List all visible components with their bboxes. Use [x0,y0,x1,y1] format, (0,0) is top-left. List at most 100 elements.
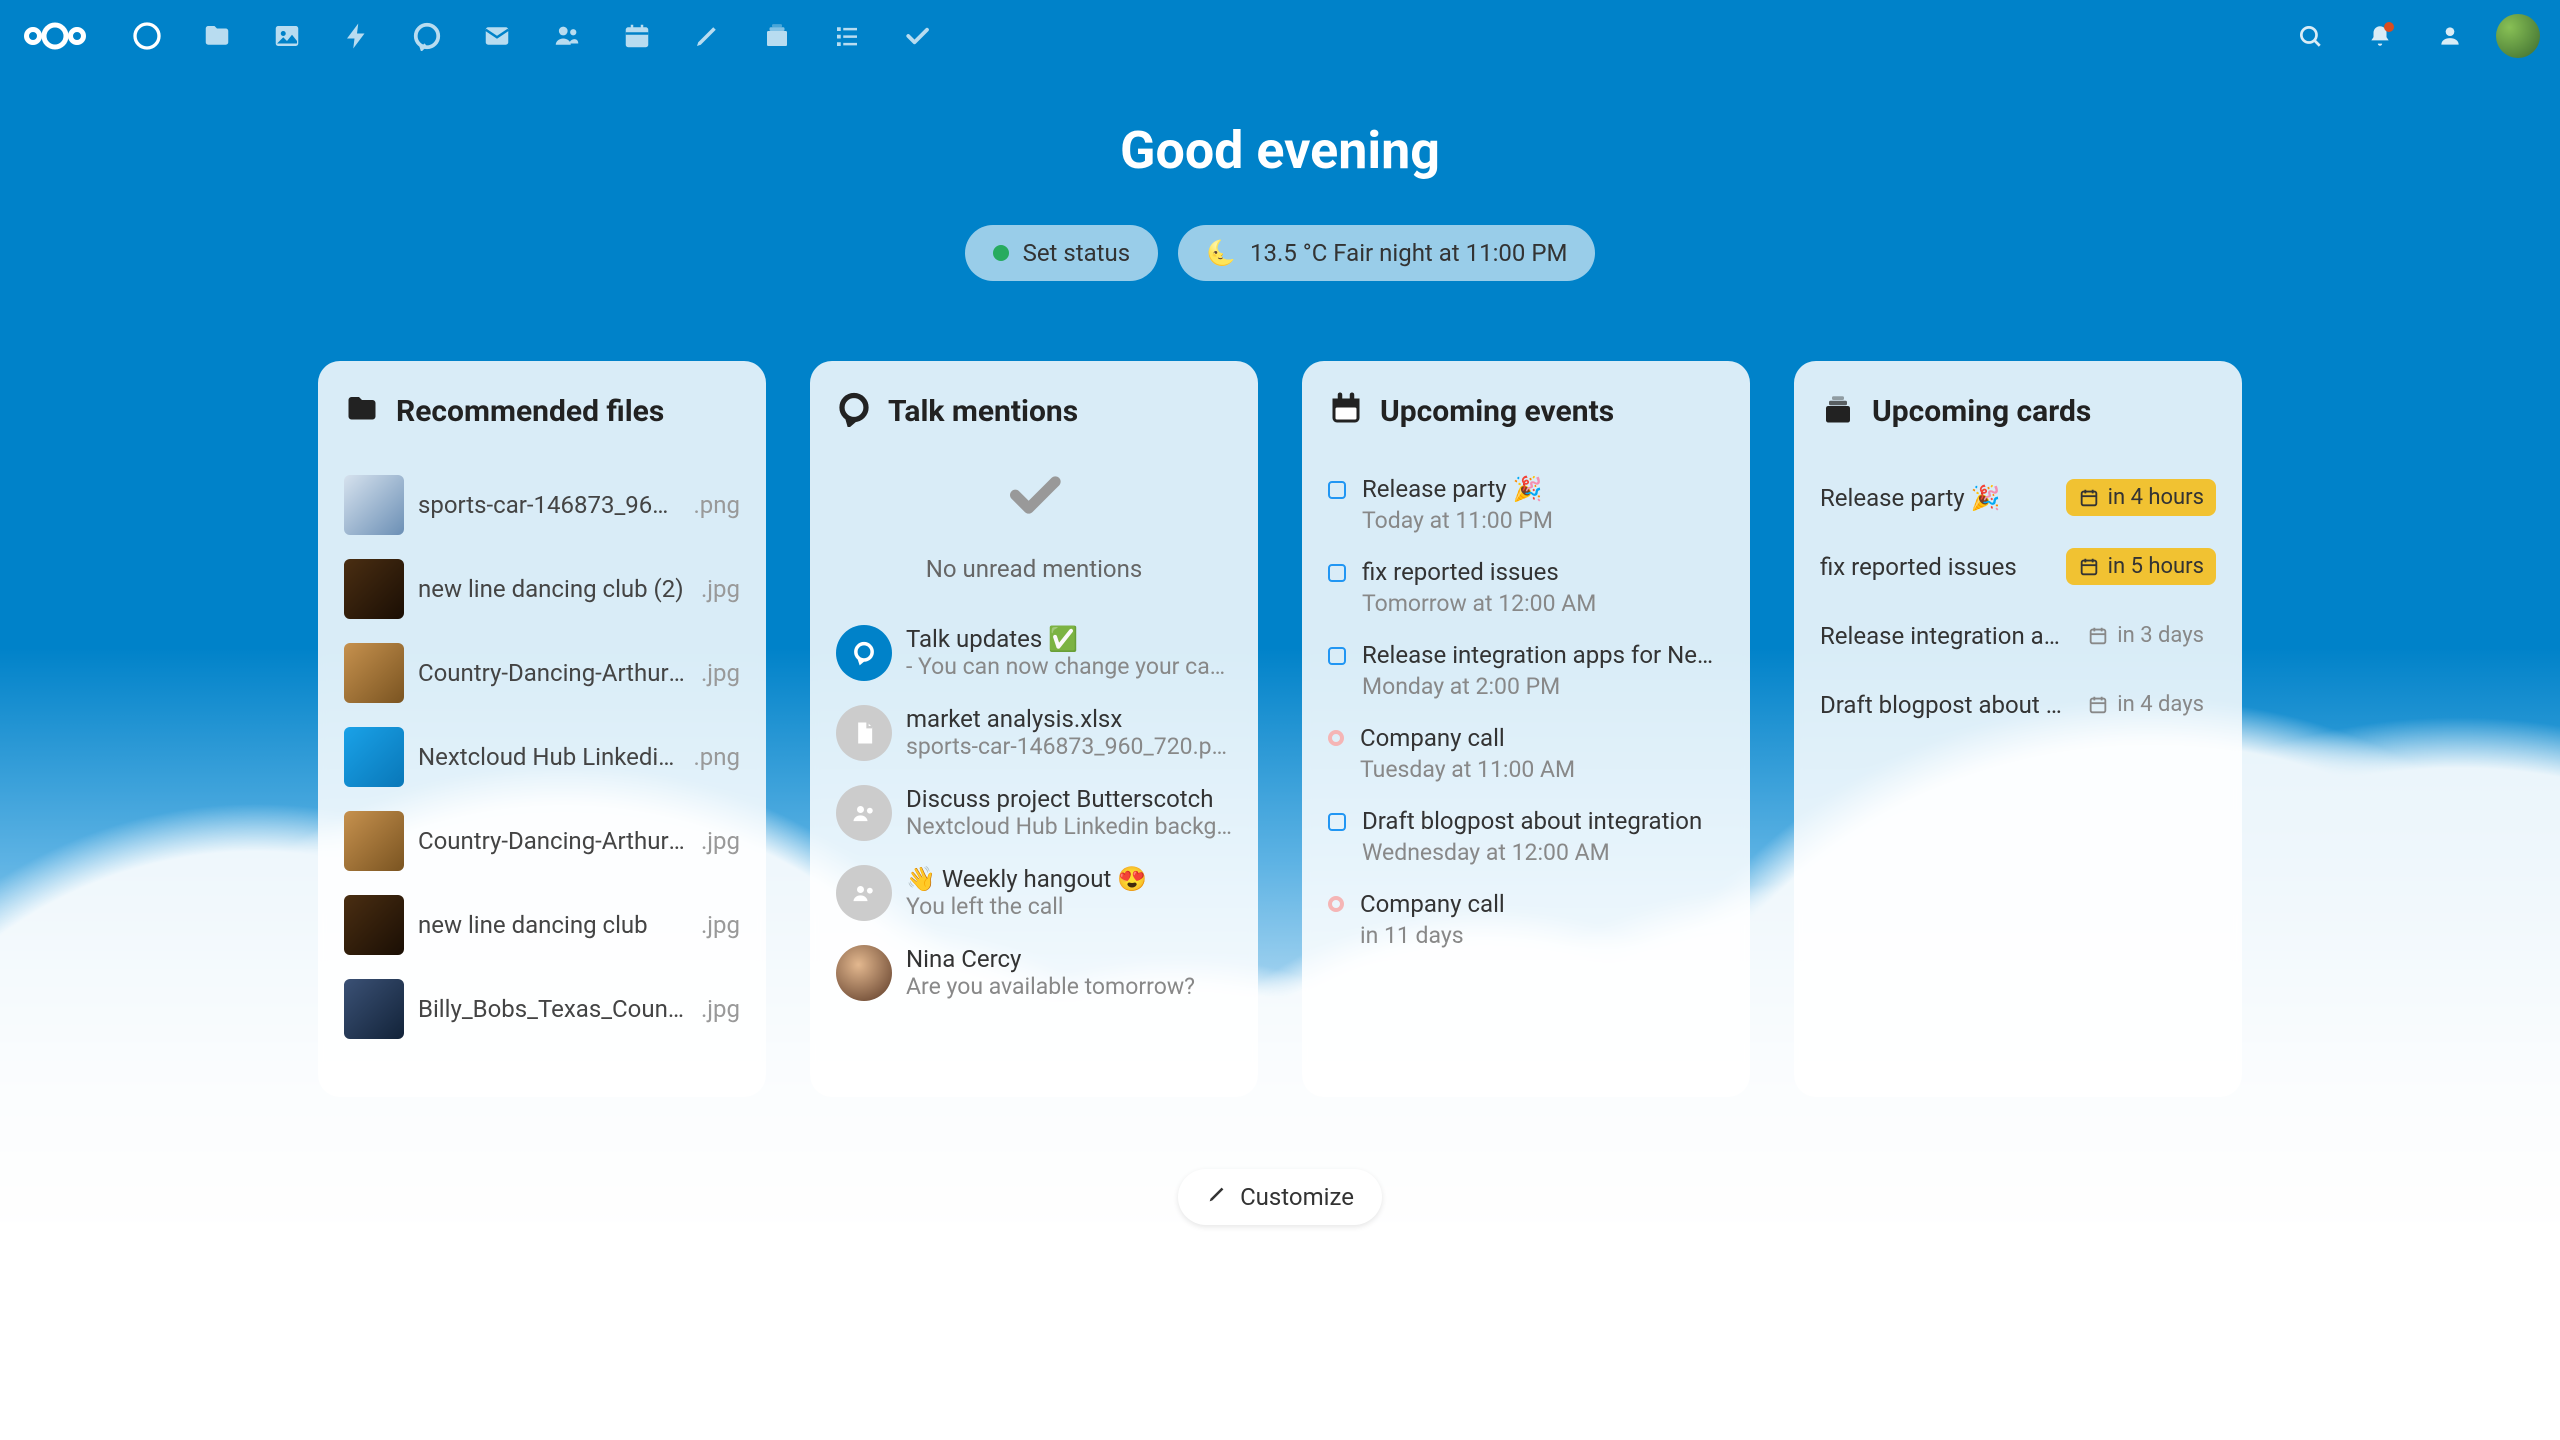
card-row[interactable]: fix reported issues in 5 hours [1820,532,2216,601]
calendar-icon [1328,391,1364,431]
nav-lists[interactable] [818,7,876,65]
event-title: Company call [1360,724,1724,752]
card-title: Draft blogpost about integra… [1820,691,2063,719]
nav-files[interactable] [188,7,246,65]
event-title: fix reported issues [1362,558,1724,586]
file-thumb [344,727,404,787]
card-title: fix reported issues [1820,553,2054,581]
calendar-small-icon [2087,625,2109,647]
search-button[interactable] [2286,12,2334,60]
file-name: sports-car-146873_960_7… [418,491,679,519]
file-name: new line dancing club [418,911,687,939]
file-row[interactable]: sports-car-146873_960_7… .png [344,463,740,547]
contacts-menu-button[interactable] [2426,12,2474,60]
event-marker-icon [1328,813,1346,831]
event-time: Monday at 2:00 PM [1362,673,1724,700]
nav-deck[interactable] [748,7,806,65]
customize-button[interactable]: Customize [1178,1169,1382,1225]
mention-row[interactable]: Talk updates ✅ - You can now change your… [836,613,1232,693]
file-name: Billy_Bobs_Texas_Countr… [418,995,687,1023]
file-thumb [344,979,404,1039]
event-row[interactable]: fix reported issues Tomorrow at 12:00 AM [1328,546,1724,629]
card-row[interactable]: Draft blogpost about integra… in 4 days [1820,670,2216,739]
file-name: Country-Dancing-Arthur_… [418,827,687,855]
topbar [0,0,2560,72]
card-row[interactable]: Release party 🎉 in 4 hours [1820,463,2216,532]
check-icon [1002,463,1066,527]
file-row[interactable]: new line dancing club .jpg [344,883,740,967]
status-dot-icon [993,245,1009,261]
customize-label: Customize [1240,1183,1354,1211]
file-row[interactable]: Billy_Bobs_Texas_Countr… .jpg [344,967,740,1051]
mention-row[interactable]: Nina Cercy Are you available tomorrow? [836,933,1232,1013]
mention-subtitle: Are you available tomorrow? [906,973,1232,1000]
mention-row[interactable]: Discuss project Butterscotch Nextcloud H… [836,773,1232,853]
file-ext: .png [693,491,740,519]
widget-title: Upcoming events [1380,394,1614,429]
card-title: Release party 🎉 [1820,484,2054,512]
file-row[interactable]: Nextcloud Hub Linkedin b… .png [344,715,740,799]
file-thumb [344,811,404,871]
calendar-small-icon [2087,694,2109,716]
mention-title: Talk updates ✅ [906,625,1232,653]
weather-pill[interactable]: 🌜 13.5 °C Fair night at 11:00 PM [1178,225,1595,281]
nav-mail[interactable] [468,7,526,65]
file-ext: .jpg [701,911,740,939]
event-row[interactable]: Company call in 11 days [1328,878,1724,961]
event-title: Company call [1360,890,1724,918]
mention-subtitle: Nextcloud Hub Linkedin backgrou… [906,813,1232,840]
file-ext: .jpg [701,575,740,603]
notifications-button[interactable] [2356,12,2404,60]
nav-calendar[interactable] [608,7,666,65]
nav-tasks[interactable] [888,7,946,65]
event-time: Today at 11:00 PM [1362,507,1724,534]
mention-subtitle: - You can now change your camer… [906,653,1232,680]
event-row[interactable]: Release party 🎉 Today at 11:00 PM [1328,463,1724,546]
card-row[interactable]: Release integration apps for… in 3 days [1820,601,2216,670]
set-status-button[interactable]: Set status [965,225,1159,281]
empty-mentions-state: No unread mentions [836,463,1232,583]
event-row[interactable]: Company call Tuesday at 11:00 AM [1328,712,1724,795]
nav-photos[interactable] [258,7,316,65]
file-row[interactable]: Country-Dancing-Arthur_… .jpg [344,631,740,715]
widget-recommended-files: Recommended files sports-car-146873_960_… [318,361,766,1097]
due-text: in 3 days [2117,623,2204,648]
widget-title: Recommended files [396,394,664,429]
set-status-label: Set status [1023,239,1131,267]
nav-activity[interactable] [328,7,386,65]
mention-avatar [836,865,892,921]
talk-icon [836,391,872,431]
event-row[interactable]: Draft blogpost about integration Wednesd… [1328,795,1724,878]
file-name: new line dancing club (2) [418,575,687,603]
event-marker-icon [1328,481,1346,499]
app-nav [118,7,946,65]
dashboard-hero: Good evening Set status 🌜 13.5 °C Fair n… [0,120,2560,281]
pencil-icon [1206,1183,1228,1211]
file-name: Country-Dancing-Arthur_… [418,659,687,687]
file-name: Nextcloud Hub Linkedin b… [418,743,679,771]
event-title: Release party 🎉 [1362,475,1724,503]
event-marker-icon [1328,564,1346,582]
nextcloud-logo[interactable] [20,18,90,54]
nav-talk[interactable] [398,7,456,65]
folder-icon [344,391,380,431]
mention-title: market analysis.xlsx [906,705,1232,733]
due-badge: in 3 days [2075,617,2216,654]
nav-dashboard[interactable] [118,7,176,65]
nav-notes[interactable] [678,7,736,65]
widget-grid: Recommended files sports-car-146873_960_… [0,361,2560,1097]
file-row[interactable]: new line dancing club (2) .jpg [344,547,740,631]
event-time: in 11 days [1360,922,1724,949]
mention-row[interactable]: 👋 Weekly hangout 😍 You left the call [836,853,1232,933]
mention-row[interactable]: market analysis.xlsx sports-car-146873_9… [836,693,1232,773]
mention-subtitle: You left the call [906,893,1232,920]
event-row[interactable]: Release integration apps for Nextclou… M… [1328,629,1724,712]
event-title: Release integration apps for Nextclou… [1362,641,1724,669]
widget-talk-mentions: Talk mentions No unread mentions Talk up… [810,361,1258,1097]
mention-title: Discuss project Butterscotch [906,785,1232,813]
user-avatar[interactable] [2496,14,2540,58]
card-title: Release integration apps for… [1820,622,2063,650]
file-row[interactable]: Country-Dancing-Arthur_… .jpg [344,799,740,883]
weather-text: 13.5 °C Fair night at 11:00 PM [1250,239,1567,267]
nav-contacts[interactable] [538,7,596,65]
